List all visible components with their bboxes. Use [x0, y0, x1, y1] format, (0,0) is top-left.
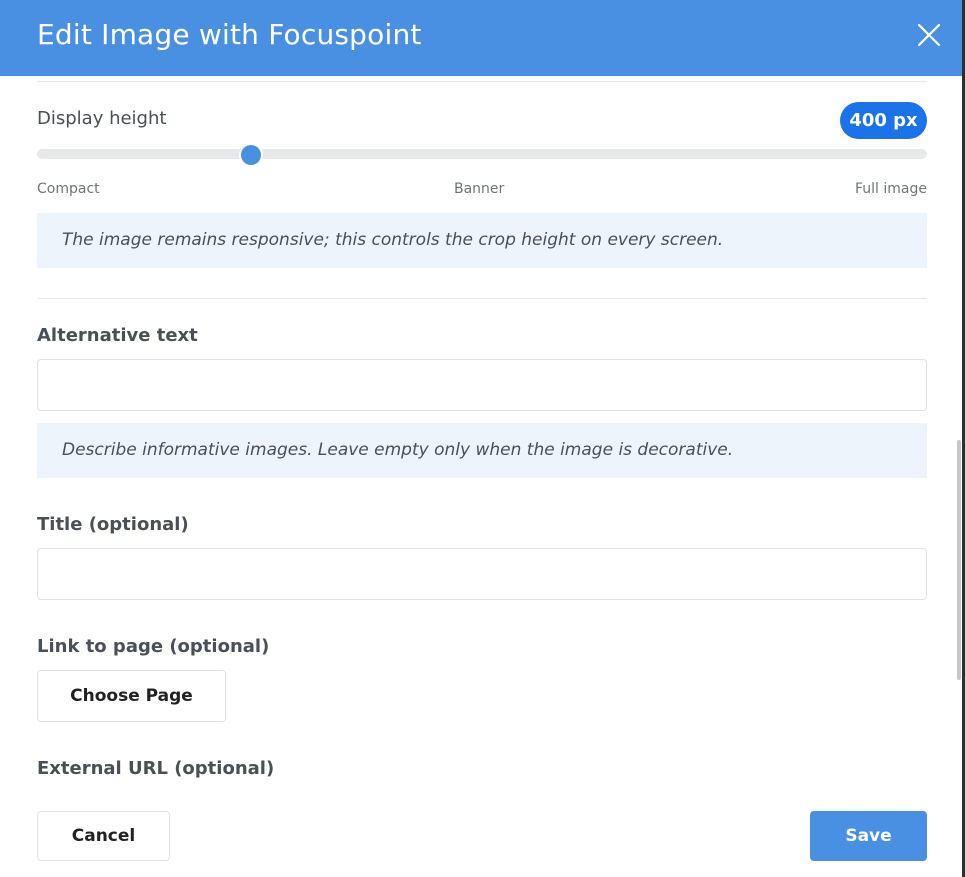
display-height-slider-thumb[interactable] [240, 145, 261, 165]
edit-image-dialog: Edit Image with Focuspoint Display heigh… [0, 0, 965, 877]
display-height-label: Display height [37, 108, 167, 129]
cancel-button[interactable]: Cancel [37, 811, 170, 861]
scale-label-compact: Compact [37, 181, 100, 197]
alt-text-hint: Describe informative images. Leave empty… [37, 423, 927, 478]
close-icon[interactable] [914, 20, 944, 50]
display-height-slider-track[interactable] [37, 149, 927, 159]
scale-label-banner: Banner [454, 181, 505, 197]
dialog-header: Edit Image with Focuspoint [0, 0, 965, 76]
top-divider [37, 81, 927, 82]
choose-page-button[interactable]: Choose Page [37, 670, 226, 722]
alt-text-input[interactable] [37, 359, 927, 411]
dialog-footer: Cancel Save [0, 801, 962, 877]
dialog-body: Display height 400 px Compact Banner Ful… [0, 76, 962, 801]
title-label: Title (optional) [37, 514, 189, 535]
display-height-hint: The image remains responsive; this contr… [37, 213, 927, 268]
alt-text-label: Alternative text [37, 325, 198, 346]
dialog-title: Edit Image with Focuspoint [37, 18, 422, 51]
save-button[interactable]: Save [810, 811, 927, 861]
body-scrollbar[interactable] [957, 440, 961, 680]
title-input[interactable] [37, 548, 927, 600]
external-url-label: External URL (optional) [37, 758, 275, 779]
link-page-label: Link to page (optional) [37, 636, 270, 657]
scale-label-full-image: Full image [855, 181, 927, 197]
section-divider [37, 298, 927, 299]
display-height-value-badge: 400 px [840, 102, 927, 139]
